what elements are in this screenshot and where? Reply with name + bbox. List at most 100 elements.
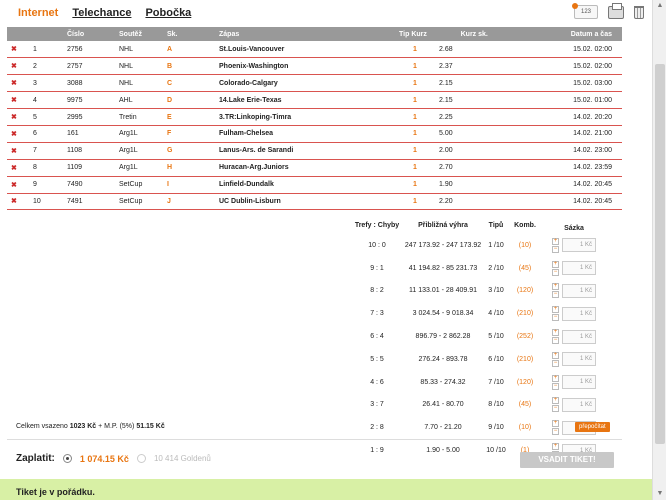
row-kurz: 2.68 xyxy=(435,41,457,59)
plus-icon[interactable]: + xyxy=(552,260,559,268)
remove-icon[interactable]: ✖ xyxy=(7,91,29,110)
remove-icon[interactable]: ✖ xyxy=(7,74,29,93)
toolbar-icons: 123 xyxy=(572,2,644,19)
payment-radio-kc[interactable] xyxy=(62,454,72,463)
plus-icon[interactable]: + xyxy=(552,351,559,359)
plus-icon[interactable]: + xyxy=(552,329,559,337)
scroll-up-icon[interactable]: ▲ xyxy=(656,2,664,10)
plus-icon[interactable]: + xyxy=(552,397,559,405)
stake-input[interactable]: 1 Kč xyxy=(562,375,596,390)
row-index: 7 xyxy=(29,142,63,160)
stake-stepper: +− xyxy=(552,237,559,253)
list-item: 4 : 6 85.33 - 274.32 7 /10 (120) + −1 Kč xyxy=(352,371,642,394)
stake-input[interactable]: 1 Kč xyxy=(562,329,596,344)
recalculate-button[interactable]: přepočítat xyxy=(575,422,610,432)
tab-telechance[interactable]: Telechance xyxy=(72,7,131,19)
row-index: 6 xyxy=(29,125,63,143)
print-icon[interactable] xyxy=(608,2,624,19)
stake-control: +−1 Kč xyxy=(542,306,606,322)
stake-stepper: +− xyxy=(552,260,559,276)
header-sazka: Sázka xyxy=(564,224,584,232)
stake-stepper: +− xyxy=(552,306,559,322)
row-kurz: 1.90 xyxy=(435,176,457,194)
minus-icon[interactable]: − xyxy=(552,268,559,276)
payment-radio-golden[interactable] xyxy=(136,454,146,463)
stake-stepper: +− xyxy=(552,397,559,413)
remove-icon[interactable]: ✖ xyxy=(7,159,29,177)
plus-icon[interactable]: + xyxy=(552,420,559,428)
stake-input[interactable]: 1 Kč xyxy=(562,283,596,298)
stake-input[interactable]: 1 Kč xyxy=(562,306,596,321)
minus-icon[interactable]: − xyxy=(552,337,559,345)
komb-value: (210) xyxy=(516,310,534,318)
row-tip: 1 xyxy=(395,108,435,126)
header-spacer xyxy=(435,27,457,41)
trefy-value: 3 : 7 xyxy=(370,401,384,409)
plus-icon[interactable]: + xyxy=(552,283,559,291)
status-bar: Tiket je v pořádku. xyxy=(0,479,652,500)
plus-icon[interactable]: + xyxy=(552,306,559,314)
minus-icon[interactable]: − xyxy=(552,382,559,390)
tab-internet[interactable]: Internet xyxy=(18,7,58,19)
stake-input[interactable]: 1 Kč xyxy=(562,397,596,412)
row-sk: F xyxy=(163,125,215,143)
submit-ticket-button[interactable]: VSADIT TIKET! xyxy=(520,452,614,468)
plus-icon[interactable]: + xyxy=(552,374,559,382)
remove-icon[interactable]: ✖ xyxy=(7,193,29,211)
tipu-value: 2 /10 xyxy=(488,264,504,272)
win-range: 896.79 - 2 862.28 xyxy=(415,333,471,341)
remove-icon[interactable]: ✖ xyxy=(7,108,29,126)
remove-icon[interactable]: ✖ xyxy=(7,176,29,194)
ticket-panel: Internet Telechance Pobočka 123 Číslo So… xyxy=(0,0,652,500)
stake-input[interactable]: 1 Kč xyxy=(562,261,596,276)
header-tip-kurz: Tip Kurz xyxy=(395,27,435,41)
scrollbar-thumb[interactable] xyxy=(655,64,665,444)
row-kurz: 2.15 xyxy=(435,91,457,110)
row-index: 9 xyxy=(29,176,63,194)
list-item: 8 : 2 11 133.01 - 28 409.91 3 /10 (120) + −1 … xyxy=(352,280,642,303)
row-index: 5 xyxy=(29,108,63,126)
stake-stepper: +− xyxy=(552,420,559,436)
scroll-down-icon[interactable]: ▼ xyxy=(656,490,664,498)
remove-icon[interactable]: ✖ xyxy=(7,41,29,59)
row-cislo: 9975 xyxy=(63,91,115,110)
minus-icon[interactable]: − xyxy=(552,405,559,413)
tab-pobocka[interactable]: Pobočka xyxy=(145,7,191,19)
tipu-value: 10 /10 xyxy=(486,447,506,455)
payment-option-golden[interactable]: 10 414 Goldenů xyxy=(154,454,211,463)
minus-icon[interactable]: − xyxy=(552,314,559,322)
row-soutez: Tretin xyxy=(115,108,163,126)
header-datum: Datum a čas xyxy=(518,27,622,41)
payment-option-kc[interactable]: 1 074.15 Kč xyxy=(80,454,129,464)
row-kurz: 2.37 xyxy=(435,57,457,76)
header-sk: Sk. xyxy=(163,27,215,41)
ticket-count-icon[interactable]: 123 xyxy=(572,3,598,19)
row-index: 3 xyxy=(29,74,63,93)
tipu-value: 6 /10 xyxy=(488,355,504,363)
row-zapas: 14.Lake Erie-Texas xyxy=(215,91,395,110)
stake-input[interactable]: 1 Kč xyxy=(562,352,596,367)
remove-icon[interactable]: ✖ xyxy=(7,142,29,160)
scrollbar[interactable]: ▲ ▼ xyxy=(652,0,666,500)
remove-icon[interactable]: ✖ xyxy=(7,57,29,76)
win-range: 247 173.92 - 247 173.92 xyxy=(404,241,482,249)
komb-value: (210) xyxy=(516,355,534,363)
plus-icon[interactable]: + xyxy=(552,443,559,451)
row-kurz: 2.00 xyxy=(435,142,457,160)
row-sk: J xyxy=(163,193,215,211)
total-prefix: Celkem vsazeno xyxy=(16,423,70,430)
row-kurz-sk xyxy=(456,125,519,143)
plus-icon[interactable]: + xyxy=(552,237,559,245)
komb-value: (252) xyxy=(516,333,534,341)
minus-icon[interactable]: − xyxy=(552,291,559,299)
row-cislo: 161 xyxy=(63,125,115,143)
minus-icon[interactable]: − xyxy=(552,359,559,367)
stake-stepper: +− xyxy=(552,329,559,345)
minus-icon[interactable]: − xyxy=(552,428,559,436)
stake-input[interactable]: 1 Kč xyxy=(562,238,596,253)
minus-icon[interactable]: − xyxy=(552,245,559,253)
remove-icon[interactable]: ✖ xyxy=(7,125,29,143)
trefy-value: 4 : 6 xyxy=(370,378,384,386)
trash-icon[interactable] xyxy=(634,5,644,19)
row-kurz: 2.25 xyxy=(435,108,457,126)
